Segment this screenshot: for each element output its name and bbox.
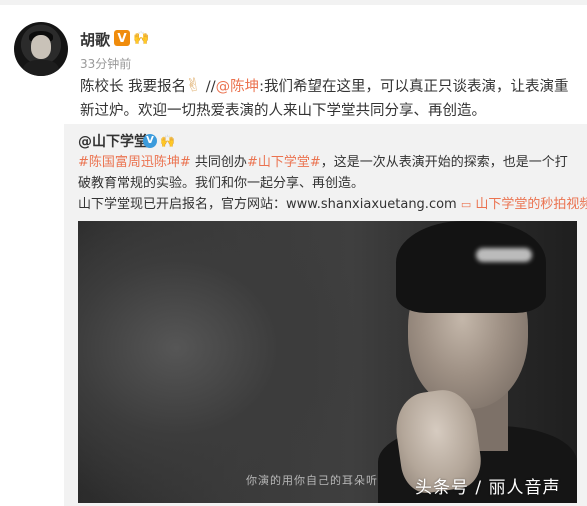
video-person-hair bbox=[396, 221, 546, 313]
repost-author[interactable]: @山下学堂 bbox=[78, 131, 148, 151]
hashtag-school[interactable]: #山下学堂# bbox=[247, 155, 321, 170]
avatar[interactable] bbox=[14, 22, 68, 76]
video-subtitle: 你演的用你自己的耳朵听 bbox=[246, 474, 378, 487]
video-link[interactable]: 山下学堂的秒拍视频 bbox=[475, 197, 587, 212]
repost-text: #陈国富周迅陈坤# 共同创办#山下学堂#，这是一次从表演开始的探索，也是一个打破… bbox=[78, 152, 587, 215]
repost-separator: // bbox=[201, 79, 216, 95]
post-text: 陈校长 我要报名✌ //@陈坤:我们希望在这里，可以真正只谈表演，让表演重新过炉… bbox=[80, 74, 580, 123]
top-divider bbox=[0, 0, 587, 5]
post-time[interactable]: 33分钟前 bbox=[80, 55, 131, 72]
hashtag-people[interactable]: #陈国富周迅陈坤# bbox=[78, 155, 191, 170]
avatar-body bbox=[23, 60, 59, 76]
username[interactable]: 胡歌 bbox=[80, 29, 110, 50]
video-link-icon[interactable]: ▭ bbox=[461, 198, 471, 211]
repost-text-a: 共同创办 bbox=[190, 155, 247, 170]
video-player[interactable]: 你演的用你自己的耳朵听 bbox=[78, 221, 577, 503]
mention-link[interactable]: @陈坤 bbox=[216, 79, 260, 95]
member-badge-icon[interactable]: 🙌 bbox=[133, 31, 149, 46]
post-text-part1: 陈校长 我要报名 bbox=[80, 79, 187, 95]
repost-member-icon[interactable]: 🙌 bbox=[160, 134, 175, 148]
watermark: 头条号 / 丽人音声 bbox=[415, 478, 561, 498]
repost-verified-icon[interactable]: V bbox=[143, 134, 157, 148]
victory-hand-icon: ✌ bbox=[184, 73, 203, 98]
video-haze bbox=[78, 221, 358, 503]
blurred-logo bbox=[476, 248, 532, 262]
verified-badge-icon[interactable]: V bbox=[114, 30, 130, 46]
avatar-face bbox=[31, 35, 51, 59]
signup-line: 山下学堂现已开启报名，官方网站：www.shanxiaxuetang.com ▭… bbox=[78, 194, 587, 215]
repost-text-c: 山下学堂现已开启报名，官方网站：www.shanxiaxuetang.com bbox=[78, 197, 461, 212]
